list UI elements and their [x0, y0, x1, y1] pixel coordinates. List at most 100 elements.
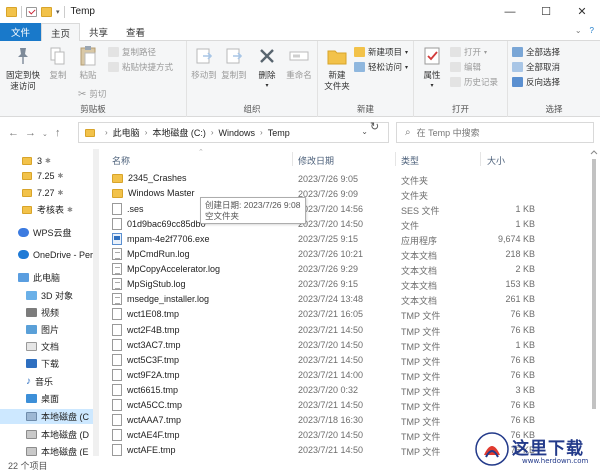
edit-button[interactable]: 编辑: [450, 61, 481, 73]
copy-to-button[interactable]: 复制到: [219, 45, 249, 81]
nav-item-local-disk-c[interactable]: 本地磁盘 (C: [0, 409, 93, 424]
collapse-ribbon-icon[interactable]: ⌄: [575, 26, 582, 35]
copy-path-button[interactable]: 复制路径: [108, 46, 156, 58]
file-row[interactable]: 2345_Crashes 2023/7/26 9:05 文件夹: [101, 172, 600, 187]
navigation-pane: 3 ✱ 7.25 ✱ 7.27 ✱ 考核表 ✱ WPS云盘 OneDrive -…: [0, 149, 101, 456]
new-folder-button[interactable]: 新建 文件夹: [322, 45, 352, 92]
new-folder-icon[interactable]: [41, 6, 52, 17]
back-arrow-icon[interactable]: ←: [8, 127, 19, 139]
file-size: 76 KB: [510, 414, 535, 425]
minimize-button[interactable]: —: [492, 0, 528, 23]
file-type: TMP 文件: [401, 371, 441, 382]
download-arrow-icon: [26, 359, 37, 368]
file-list-scrollbar[interactable]: [590, 149, 598, 456]
breadcrumb-temp[interactable]: Temp: [268, 128, 290, 138]
nav-item-3d-objects[interactable]: 3D 对象: [26, 288, 73, 303]
nav-pane-scrollbar[interactable]: [93, 149, 99, 456]
nav-item-wps-cloud[interactable]: WPS云盘: [18, 225, 72, 240]
file-row[interactable]: Windows Master 2023/7/26 9:09 文件夹: [101, 187, 600, 202]
move-to-button[interactable]: 移动到: [189, 45, 219, 81]
nav-item-folder-7-27[interactable]: 7.27 ✱: [22, 185, 63, 200]
rename-button[interactable]: 重命名: [283, 45, 315, 81]
file-row[interactable]: wct9F2A.tmp 2023/7/21 14:00 TMP 文件 76 KB: [101, 368, 600, 383]
properties-dropdown-icon[interactable]: ▾: [430, 81, 433, 92]
file-row[interactable]: wctAAA7.tmp 2023/7/18 16:30 TMP 文件 76 KB: [101, 413, 600, 428]
help-icon[interactable]: ?: [590, 26, 594, 35]
nav-item-music[interactable]: ♪ 音乐: [26, 374, 53, 389]
tab-view[interactable]: 查看: [117, 23, 154, 41]
nav-item-desktop[interactable]: 桌面: [26, 391, 59, 406]
nav-item-onedrive[interactable]: OneDrive - Pers: [18, 247, 98, 262]
file-row[interactable]: MpSigStub.log 2023/7/26 9:15 文本文档 153 KB: [101, 277, 600, 292]
file-row[interactable]: wct1E08.tmp 2023/7/21 16:05 TMP 文件 76 KB: [101, 307, 600, 322]
nav-item-pictures[interactable]: 图片: [26, 322, 59, 337]
file-icon: [112, 398, 122, 411]
history-button[interactable]: 历史记录: [450, 76, 498, 88]
nav-item-downloads[interactable]: 下载: [26, 356, 59, 371]
move-to-icon: [193, 45, 215, 67]
address-dropdown-icon[interactable]: ⌄: [361, 127, 368, 136]
file-type: SES 文件: [401, 206, 440, 217]
file-row[interactable]: MpCopyAccelerator.log 2023/7/26 9:29 文本文档 2…: [101, 262, 600, 277]
nav-item-this-pc[interactable]: 此电脑: [18, 270, 60, 285]
nav-item-folder-7-25[interactable]: 7.25 ✱: [22, 168, 63, 183]
nav-item-documents[interactable]: 文档: [26, 339, 59, 354]
delete-button[interactable]: 删除 ▾: [255, 45, 279, 92]
file-row[interactable]: wct5C3F.tmp 2023/7/21 14:50 TMP 文件 76 KB: [101, 353, 600, 368]
select-all-button[interactable]: 全部选择: [512, 46, 560, 58]
nav-item-local-disk-e[interactable]: 本地磁盘 (E: [26, 444, 89, 456]
column-header-date[interactable]: 修改日期: [298, 154, 334, 167]
delete-dropdown-icon[interactable]: ▾: [265, 81, 268, 92]
file-row[interactable]: .ses 2023/7/20 14:56 SES 文件 1 KB: [101, 202, 600, 217]
paste-button[interactable]: 粘贴: [74, 45, 102, 81]
file-row[interactable]: 01d9bac69cc85db0 2023/7/20 14:50 文件 1 KB: [101, 217, 600, 232]
recent-locations-dropdown-icon[interactable]: ⌄: [42, 130, 48, 138]
breadcrumb-local-disk-c[interactable]: 本地磁盘 (C:): [152, 126, 206, 139]
nav-item-folder-kaohe[interactable]: 考核表 ✱: [22, 202, 73, 217]
file-row[interactable]: MpCmdRun.log 2023/7/26 10:21 文本文档 218 KB: [101, 247, 600, 262]
new-item-button[interactable]: 新建项目 ▾: [354, 46, 408, 58]
address-bar[interactable]: › 此电脑 › 本地磁盘 (C:) › Windows › Temp ⌄: [78, 122, 389, 143]
nav-item-videos[interactable]: 视频: [26, 305, 59, 320]
up-arrow-icon[interactable]: ↑: [55, 127, 61, 139]
copy-button[interactable]: 复制: [44, 45, 72, 81]
refresh-icon[interactable]: ↻: [370, 120, 379, 133]
open-button[interactable]: 打开 ▾: [450, 46, 487, 58]
file-row[interactable]: mpam-4e2f7706.exe 2023/7/25 9:15 应用程序 9,674…: [101, 232, 600, 247]
file-size: 76 KB: [510, 309, 535, 320]
tab-share[interactable]: 共享: [80, 23, 117, 41]
invert-selection-button[interactable]: 反向选择: [512, 76, 560, 88]
select-none-button[interactable]: 全部取消: [512, 61, 560, 73]
properties-button[interactable]: 属性 ▾: [418, 45, 446, 92]
breadcrumb-this-pc[interactable]: 此电脑: [113, 126, 140, 139]
customize-toolbar-dropdown-icon[interactable]: ▾: [56, 8, 60, 16]
paste-shortcut-button[interactable]: 粘贴快捷方式: [108, 61, 173, 73]
organize-group-label: 组织: [243, 104, 261, 114]
breadcrumb-windows[interactable]: Windows: [219, 128, 256, 138]
nav-item-local-disk-d[interactable]: 本地磁盘 (D: [26, 427, 89, 442]
tab-file[interactable]: 文件: [0, 23, 42, 41]
file-row[interactable]: wct3AC7.tmp 2023/7/20 14:50 TMP 文件 1 KB: [101, 338, 600, 353]
tab-home[interactable]: 主页: [41, 23, 81, 42]
file-type: 文件: [401, 221, 420, 232]
search-input[interactable]: ⌕ 在 Temp 中搜索: [396, 122, 594, 143]
column-header-type[interactable]: 类型: [401, 154, 419, 167]
cut-button[interactable]: ✂ 剪切: [78, 88, 106, 100]
nav-item-folder-3[interactable]: 3 ✱: [22, 153, 51, 168]
easy-access-button[interactable]: 轻松访问 ▾: [354, 61, 408, 73]
column-header-name[interactable]: 名称: [112, 154, 130, 167]
close-button[interactable]: ✕: [564, 0, 600, 23]
file-icon: [112, 323, 122, 336]
pin-quick-access-button[interactable]: 固定到快 速访问: [4, 45, 42, 92]
file-row[interactable]: wct6615.tmp 2023/7/20 0:32 TMP 文件 3 KB: [101, 383, 600, 398]
file-name: MpCmdRun.log: [127, 249, 190, 260]
forward-arrow-icon[interactable]: →: [25, 127, 36, 139]
copy-path-icon: [108, 47, 119, 57]
file-row[interactable]: wctA5CC.tmp 2023/7/21 14:50 TMP 文件 76 KB: [101, 398, 600, 413]
new-group-label: 新建: [356, 104, 374, 114]
file-row[interactable]: wct2F4B.tmp 2023/7/21 14:50 TMP 文件 76 KB: [101, 323, 600, 338]
column-header-size[interactable]: 大小: [487, 154, 505, 167]
maximize-button[interactable]: ☐: [528, 0, 564, 23]
properties-check-icon[interactable]: [26, 6, 37, 17]
file-row[interactable]: msedge_installer.log 2023/7/24 13:48 文本文档 2…: [101, 292, 600, 307]
